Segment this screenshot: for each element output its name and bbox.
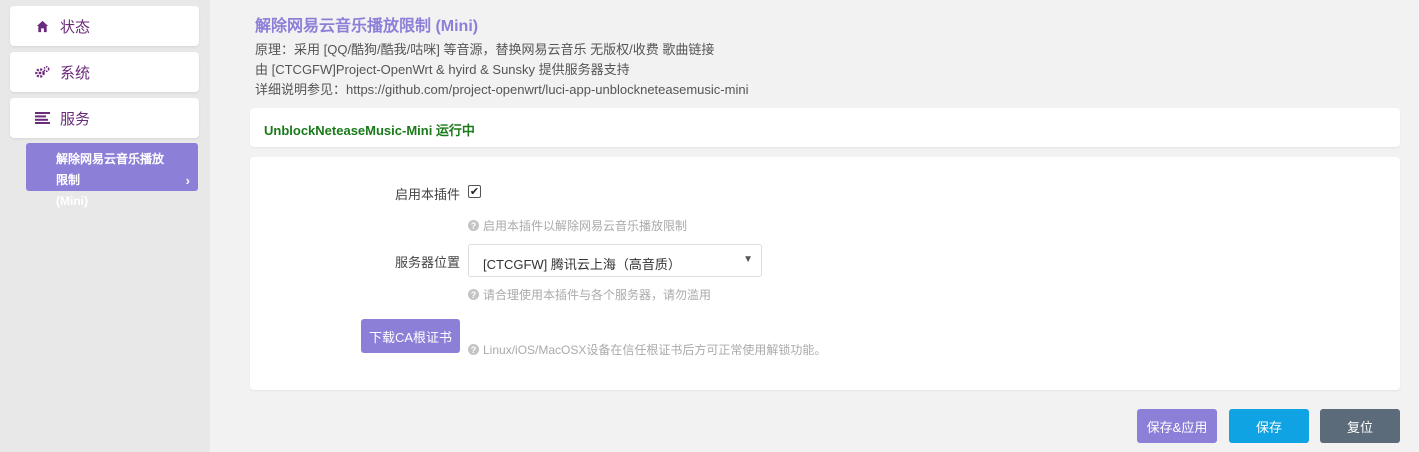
question-circle-icon: ?	[468, 344, 479, 355]
home-icon	[34, 18, 50, 34]
help-text: 请合理使用本插件与各个服务器，请勿滥用	[483, 288, 712, 302]
reset-button[interactable]: 复位	[1320, 409, 1400, 443]
ca-help: ? Linux/iOS/MacOSX设备在信任根证书后方可正常使用解锁功能。	[468, 341, 826, 358]
sidebar-item-label: 状态	[60, 18, 91, 36]
enable-checkbox[interactable]: ✔	[468, 185, 481, 198]
server-help: ? 请合理使用本插件与各个服务器，请勿滥用	[468, 286, 711, 303]
main-content: 解除网易云音乐播放限制 (Mini) 原理：采用 [QQ/酷狗/酷我/咕咪] 等…	[210, 0, 1419, 452]
question-circle-icon: ?	[468, 289, 479, 300]
gears-icon	[34, 64, 50, 80]
enable-label: 启用本插件	[394, 187, 460, 202]
sidebar-item-status[interactable]: 状态	[10, 6, 199, 46]
sidebar-subitem-label: 解除网易云音乐播放限制	[56, 152, 165, 187]
enable-help: ? 启用本插件以解除网易云音乐播放限制	[468, 217, 687, 234]
server-label: 服务器位置	[394, 255, 460, 270]
server-select-value: [CTCGFW] 腾讯云上海（高音质）	[483, 257, 681, 272]
save-button[interactable]: 保存	[1229, 409, 1309, 443]
page-title: 解除网易云音乐播放限制 (Mini)	[255, 18, 479, 35]
caret-down-icon: ▼	[743, 254, 753, 265]
list-icon	[34, 110, 50, 126]
sidebar-subitem-label-suffix: (Mini)	[56, 194, 88, 208]
sidebar-item-system[interactable]: 系统	[10, 52, 199, 92]
check-icon: ✔	[469, 186, 480, 198]
status-card: UnblockNeteaseMusic-Mini 运行中	[250, 108, 1400, 147]
sidebar-item-label: 系统	[60, 64, 91, 82]
question-circle-icon: ?	[468, 220, 479, 231]
description-line: 详细说明参见：https://github.com/project-openwr…	[255, 82, 749, 97]
status-text: UnblockNeteaseMusic-Mini 运行中	[264, 123, 475, 138]
save-apply-button[interactable]: 保存&应用	[1137, 409, 1217, 443]
description-line: 原理：采用 [QQ/酷狗/酷我/咕咪] 等音源，替换网易云音乐 无版权/收费 歌…	[255, 42, 715, 57]
sidebar-item-services[interactable]: 服务	[10, 98, 199, 138]
chevron-right-icon: ›	[185, 173, 190, 188]
server-select[interactable]: [CTCGFW] 腾讯云上海（高音质） ▼	[468, 244, 762, 277]
sidebar: 状态 系统 服务 解除网易云音乐播放限制 (Mini) ›	[0, 0, 210, 452]
settings-form: 启用本插件 ✔ ? 启用本插件以解除网易云音乐播放限制 服务器位置 [CTCGF…	[250, 157, 1400, 390]
description-line: 由 [CTCGFW]Project-OpenWrt & hyird & Suns…	[255, 62, 630, 77]
sidebar-subitem-unblockneteasemusic[interactable]: 解除网易云音乐播放限制 (Mini) ›	[26, 143, 198, 208]
help-text: 启用本插件以解除网易云音乐播放限制	[483, 219, 688, 233]
download-ca-button[interactable]: 下载CA根证书	[361, 319, 460, 353]
help-text: Linux/iOS/MacOSX设备在信任根证书后方可正常使用解锁功能。	[483, 343, 827, 357]
sidebar-item-label: 服务	[60, 110, 91, 128]
page-description: 原理：采用 [QQ/酷狗/酷我/咕咪] 等音源，替换网易云音乐 无版权/收费 歌…	[255, 40, 748, 100]
